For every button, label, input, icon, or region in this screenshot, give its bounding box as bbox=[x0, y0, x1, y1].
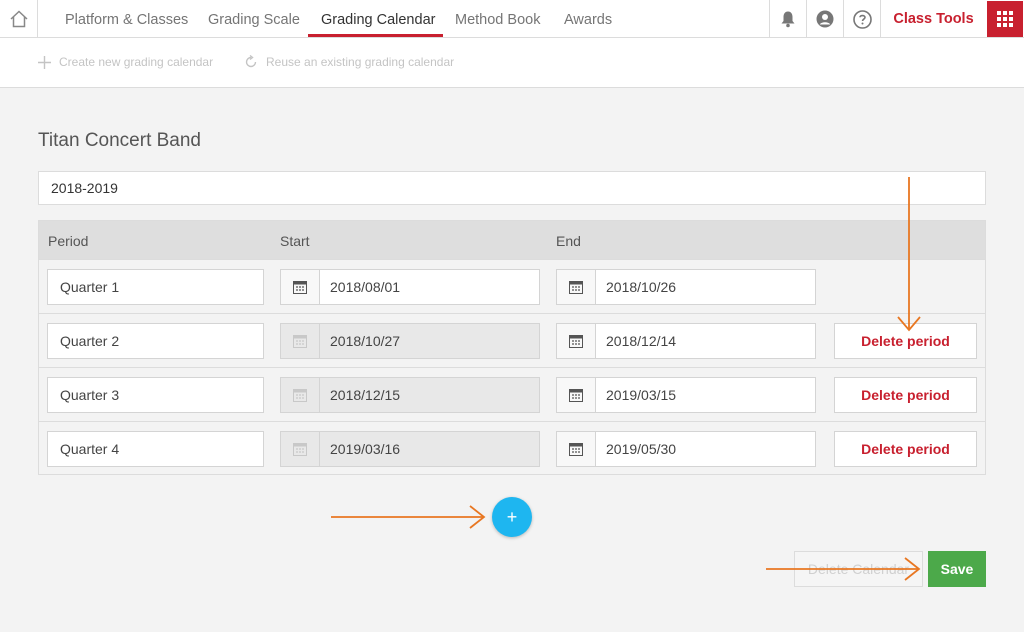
user-circle-icon bbox=[816, 10, 834, 28]
tab-grading-calendar[interactable]: Grading Calendar bbox=[321, 0, 435, 38]
end-date-value[interactable]: 2019/03/15 bbox=[596, 378, 815, 412]
create-calendar-button[interactable]: Create new grading calendar bbox=[38, 55, 213, 69]
start-date-field: 2018/10/27 bbox=[280, 323, 540, 359]
end-date-picker-button[interactable] bbox=[557, 432, 596, 466]
calendar-icon bbox=[569, 389, 583, 402]
end-date-value[interactable]: 2019/05/30 bbox=[596, 432, 815, 466]
school-year-input[interactable]: 2018-2019 bbox=[38, 171, 986, 205]
period-name-input[interactable]: Quarter 3 bbox=[47, 377, 264, 413]
save-button[interactable]: Save bbox=[928, 551, 986, 587]
start-date-field: 2018/12/15 bbox=[280, 377, 540, 413]
start-date-picker-button bbox=[281, 378, 320, 412]
add-period-button[interactable]: + bbox=[492, 497, 532, 537]
class-tools-link[interactable]: Class Tools bbox=[880, 0, 986, 38]
help-button[interactable] bbox=[843, 0, 880, 38]
start-date-picker-button[interactable] bbox=[281, 270, 320, 304]
active-tab-indicator bbox=[308, 34, 443, 37]
period-column-header: Period bbox=[48, 233, 89, 249]
help-icon bbox=[852, 9, 872, 29]
reuse-calendar-button[interactable]: Reuse an existing grading calendar bbox=[244, 55, 454, 69]
end-date-value[interactable]: 2018/12/14 bbox=[596, 324, 815, 358]
end-date-field[interactable]: 2019/03/15 bbox=[556, 377, 816, 413]
tab-awards[interactable]: Awards bbox=[564, 0, 612, 38]
period-name-input[interactable]: Quarter 1 bbox=[47, 269, 264, 305]
start-date-field: 2019/03/16 bbox=[280, 431, 540, 467]
calendar-icon bbox=[569, 281, 583, 294]
apps-menu-button[interactable] bbox=[987, 1, 1023, 37]
table-row: Quarter 1 2018/08/01 2018/10/26 bbox=[39, 259, 985, 313]
end-column-header: End bbox=[556, 233, 581, 249]
create-calendar-label: Create new grading calendar bbox=[59, 55, 214, 69]
tab-platform-classes[interactable]: Platform & Classes bbox=[65, 0, 188, 38]
period-name-input[interactable]: Quarter 4 bbox=[47, 431, 264, 467]
end-date-field[interactable]: 2019/05/30 bbox=[556, 431, 816, 467]
delete-period-button[interactable]: Delete period bbox=[834, 323, 977, 359]
calendar-icon bbox=[569, 443, 583, 456]
calendar-title: Titan Concert Band bbox=[38, 130, 201, 151]
account-button[interactable] bbox=[806, 0, 843, 38]
calendar-icon bbox=[293, 281, 307, 294]
calendar-icon bbox=[293, 335, 307, 348]
start-date-value: 2018/12/15 bbox=[320, 378, 539, 412]
delete-period-button[interactable]: Delete period bbox=[834, 377, 977, 413]
grid-icon bbox=[997, 11, 1013, 27]
table-row: Quarter 3 2018/12/15 2019/03/15 Delete p… bbox=[39, 367, 985, 421]
start-date-picker-button bbox=[281, 324, 320, 358]
end-date-picker-button[interactable] bbox=[557, 378, 596, 412]
start-date-field[interactable]: 2018/08/01 bbox=[280, 269, 540, 305]
table-row: Quarter 2 2018/10/27 2018/12/14 Delete p… bbox=[39, 313, 985, 367]
table-row: Quarter 4 2019/03/16 2019/05/30 Delete p… bbox=[39, 421, 985, 475]
end-date-field[interactable]: 2018/12/14 bbox=[556, 323, 816, 359]
periods-table: Period Start End Quarter 1 2018/08/01 20… bbox=[38, 220, 986, 475]
start-date-value: 2018/10/27 bbox=[320, 324, 539, 358]
calendar-icon bbox=[293, 443, 307, 456]
reuse-calendar-label: Reuse an existing grading calendar bbox=[266, 55, 455, 69]
delete-calendar-button[interactable]: Delete Calendar bbox=[794, 551, 923, 587]
notifications-button[interactable] bbox=[769, 0, 806, 38]
start-date-value: 2019/03/16 bbox=[320, 432, 539, 466]
calendar-icon bbox=[569, 335, 583, 348]
start-column-header: Start bbox=[280, 233, 310, 249]
table-header: Period Start End bbox=[39, 221, 985, 259]
end-date-picker-button[interactable] bbox=[557, 270, 596, 304]
top-nav: Platform & Classes Grading Scale Grading… bbox=[0, 0, 1024, 38]
period-name-input[interactable]: Quarter 2 bbox=[47, 323, 264, 359]
arrow-to-add-button bbox=[331, 505, 486, 529]
home-button[interactable] bbox=[0, 0, 38, 38]
delete-period-button[interactable]: Delete period bbox=[834, 431, 977, 467]
home-icon bbox=[9, 10, 28, 28]
tab-method-book[interactable]: Method Book bbox=[455, 0, 540, 38]
tab-grading-scale[interactable]: Grading Scale bbox=[208, 0, 300, 38]
start-date-picker-button bbox=[281, 432, 320, 466]
plus-icon bbox=[38, 55, 51, 69]
end-date-value[interactable]: 2018/10/26 bbox=[596, 270, 815, 304]
end-date-field[interactable]: 2018/10/26 bbox=[556, 269, 816, 305]
calendar-icon bbox=[293, 389, 307, 402]
bell-icon bbox=[781, 11, 795, 28]
start-date-value[interactable]: 2018/08/01 bbox=[320, 270, 539, 304]
end-date-picker-button[interactable] bbox=[557, 324, 596, 358]
calendar-toolbar: Create new grading calendar Reuse an exi… bbox=[0, 38, 1024, 88]
refresh-icon bbox=[245, 55, 257, 68]
